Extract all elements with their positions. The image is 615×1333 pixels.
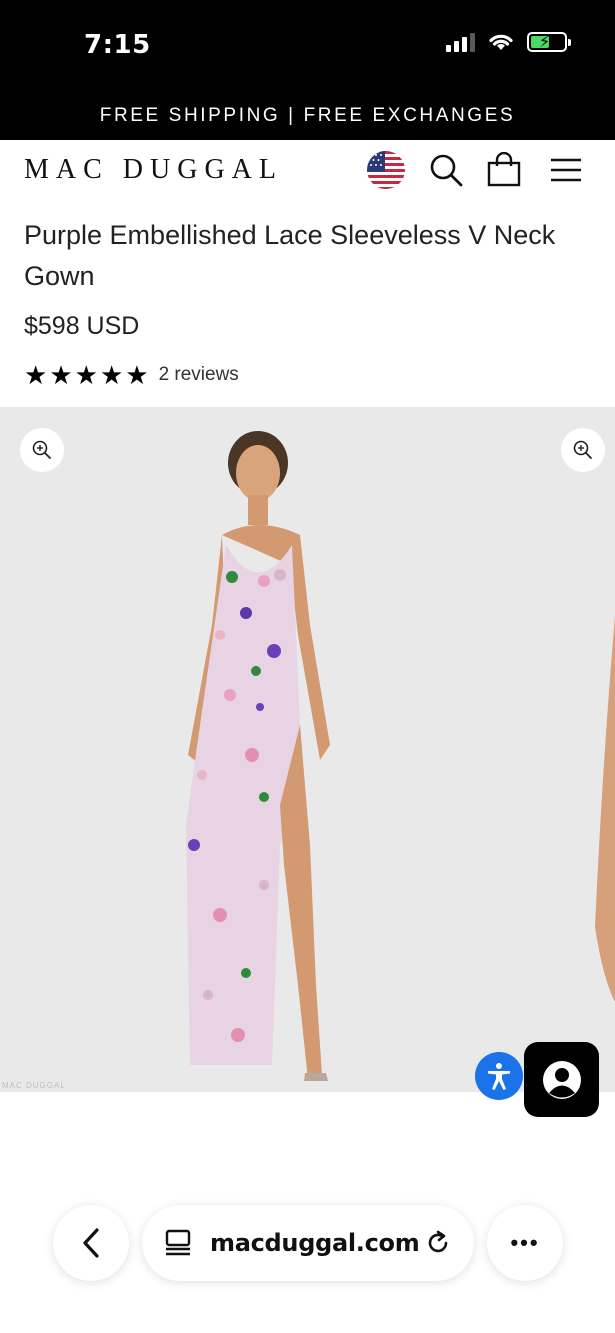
star-rating: ★ ★ ★ ★ ★ (24, 361, 149, 389)
wifi-icon (489, 34, 513, 50)
product-image[interactable] (160, 425, 360, 1085)
more-options-button[interactable]: ••• (487, 1205, 563, 1281)
status-icons: ⚡ (446, 32, 571, 52)
address-bar[interactable]: macduggal.com (142, 1205, 474, 1281)
next-product-image-peek[interactable] (585, 507, 615, 1027)
signal-icon (446, 32, 475, 52)
image-watermark: MAC DUGGAL (2, 1081, 66, 1090)
search-icon[interactable] (428, 152, 464, 188)
zoom-in-icon (573, 440, 592, 459)
star-icon: ★ (74, 360, 98, 390)
reviews-link[interactable]: 2 reviews (159, 364, 239, 386)
reload-icon[interactable] (424, 1229, 452, 1257)
star-icon: ★ (125, 360, 149, 390)
battery-charging-icon: ⚡ (527, 32, 571, 52)
product-image-gallery[interactable]: MAC DUGGAL (0, 407, 615, 1092)
zoom-button[interactable] (561, 428, 605, 472)
us-flag-icon[interactable] (367, 151, 405, 189)
brand-logo[interactable]: MAC DUGGAL (24, 154, 283, 186)
product-title: Purple Embellished Lace Sleeveless V Nec… (24, 220, 556, 291)
shopping-bag-icon[interactable] (486, 152, 522, 188)
user-avatar-icon (542, 1060, 581, 1099)
chevron-left-icon (83, 1228, 99, 1258)
promo-banner[interactable]: FREE SHIPPING | FREE EXCHANGES (0, 92, 615, 140)
url-text[interactable]: macduggal.com (210, 1229, 424, 1257)
ellipsis-icon: ••• (510, 1230, 540, 1255)
back-button[interactable] (53, 1205, 129, 1281)
hamburger-menu-icon[interactable] (549, 152, 583, 188)
star-icon: ★ (24, 360, 48, 390)
product-rating[interactable]: ★ ★ ★ ★ ★ 2 reviews (24, 361, 239, 389)
account-chat-button[interactable] (524, 1042, 599, 1117)
zoom-button[interactable] (20, 428, 64, 472)
product-price: $598 USD (24, 312, 140, 340)
star-icon: ★ (99, 360, 124, 390)
status-time: 7:15 (84, 30, 151, 60)
status-bar: 7:15 ⚡ (0, 0, 615, 92)
accessibility-icon (488, 1063, 510, 1090)
star-icon: ★ (49, 360, 73, 390)
page-info-icon[interactable] (164, 1229, 192, 1257)
zoom-in-icon (32, 440, 51, 459)
accessibility-button[interactable] (475, 1052, 523, 1100)
site-header: MAC DUGGAL (0, 140, 615, 202)
